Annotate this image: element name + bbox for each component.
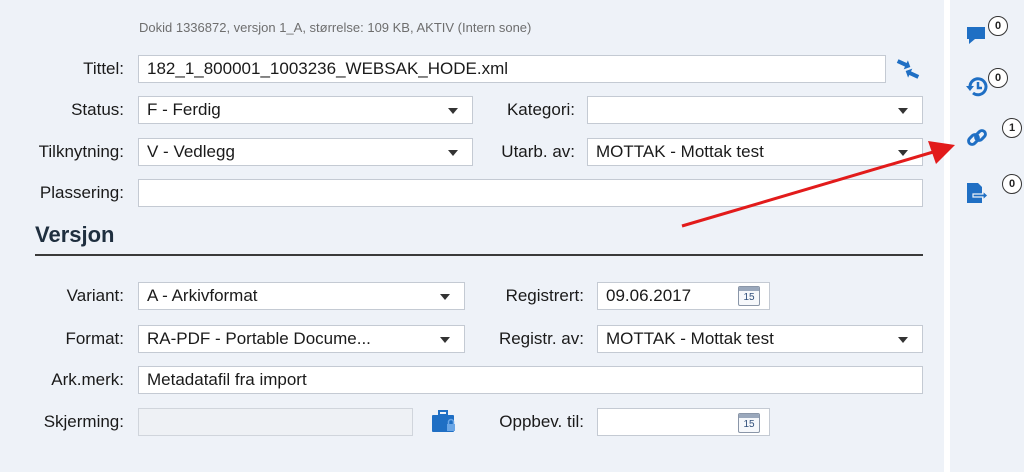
variant-dropdown[interactable]: A - Arkivformat bbox=[138, 282, 465, 310]
ark-merk-field[interactable]: Metadatafil fra import bbox=[138, 366, 923, 394]
calendar-icon[interactable]: 15 bbox=[738, 286, 760, 306]
export-count-badge: 0 bbox=[1002, 174, 1022, 194]
registr-av-label: Registr. av: bbox=[498, 329, 584, 348]
export-button[interactable]: 0 bbox=[964, 168, 1022, 212]
links-button[interactable]: 1 bbox=[964, 112, 1022, 156]
registrert-value: 09.06.2017 bbox=[606, 286, 692, 305]
history-button[interactable]: 0 bbox=[964, 62, 1022, 102]
annotation-arrow bbox=[681, 141, 955, 228]
registr-av-dropdown[interactable]: MOTTAK - Mottak test bbox=[597, 325, 923, 353]
comments-button[interactable]: 0 bbox=[964, 12, 1022, 52]
skjerming-field[interactable] bbox=[138, 408, 413, 436]
chevron-down-icon bbox=[448, 108, 458, 114]
chevron-down-icon bbox=[440, 294, 450, 300]
kategori-label: Kategori: bbox=[506, 100, 575, 119]
variant-value: A - Arkivformat bbox=[147, 286, 258, 305]
format-dropdown[interactable]: RA-PDF - Portable Docume... bbox=[138, 325, 465, 353]
registr-av-value: MOTTAK - Mottak test bbox=[606, 329, 774, 348]
section-divider bbox=[35, 254, 923, 256]
plassering-label: Plassering: bbox=[39, 183, 124, 202]
calendar-icon[interactable]: 15 bbox=[738, 413, 760, 433]
chevron-down-icon bbox=[440, 337, 450, 343]
comment-icon bbox=[967, 27, 985, 44]
skjerming-label: Skjerming: bbox=[43, 412, 124, 431]
tilknytning-label: Tilknytning: bbox=[38, 142, 124, 161]
history-count-badge: 0 bbox=[988, 68, 1008, 88]
tilknytning-dropdown[interactable]: V - Vedlegg bbox=[138, 138, 473, 166]
kategori-dropdown[interactable] bbox=[587, 96, 923, 124]
document-info: Dokid 1336872, versjon 1_A, størrelse: 1… bbox=[139, 20, 532, 35]
tittel-field[interactable]: 182_1_800001_1003236_WEBSAK_HODE.xml bbox=[138, 55, 886, 83]
comments-count-badge: 0 bbox=[988, 16, 1008, 36]
tittel-label: Tittel: bbox=[83, 59, 124, 78]
status-dropdown[interactable]: F - Ferdig bbox=[138, 96, 473, 124]
chevron-down-icon bbox=[898, 108, 908, 114]
format-label: Format: bbox=[65, 329, 124, 348]
oppbev-til-label: Oppbev. til: bbox=[499, 412, 584, 431]
versjon-heading: Versjon bbox=[35, 222, 115, 247]
status-label: Status: bbox=[71, 100, 124, 119]
briefcase-lock-icon[interactable] bbox=[430, 407, 458, 435]
variant-label: Variant: bbox=[66, 286, 124, 305]
ark-merk-label: Ark.merk: bbox=[51, 370, 124, 389]
registrert-label: Registrert: bbox=[505, 286, 584, 305]
history-icon bbox=[966, 77, 988, 97]
format-value: RA-PDF - Portable Docume... bbox=[147, 329, 371, 348]
utarb-av-label: Utarb. av: bbox=[501, 142, 575, 161]
chevron-down-icon bbox=[898, 337, 908, 343]
tilknytning-value: V - Vedlegg bbox=[147, 142, 235, 161]
status-value: F - Ferdig bbox=[147, 100, 221, 119]
swap-icon[interactable] bbox=[894, 56, 922, 82]
chevron-down-icon bbox=[448, 150, 458, 156]
links-count-badge: 1 bbox=[1002, 118, 1022, 138]
